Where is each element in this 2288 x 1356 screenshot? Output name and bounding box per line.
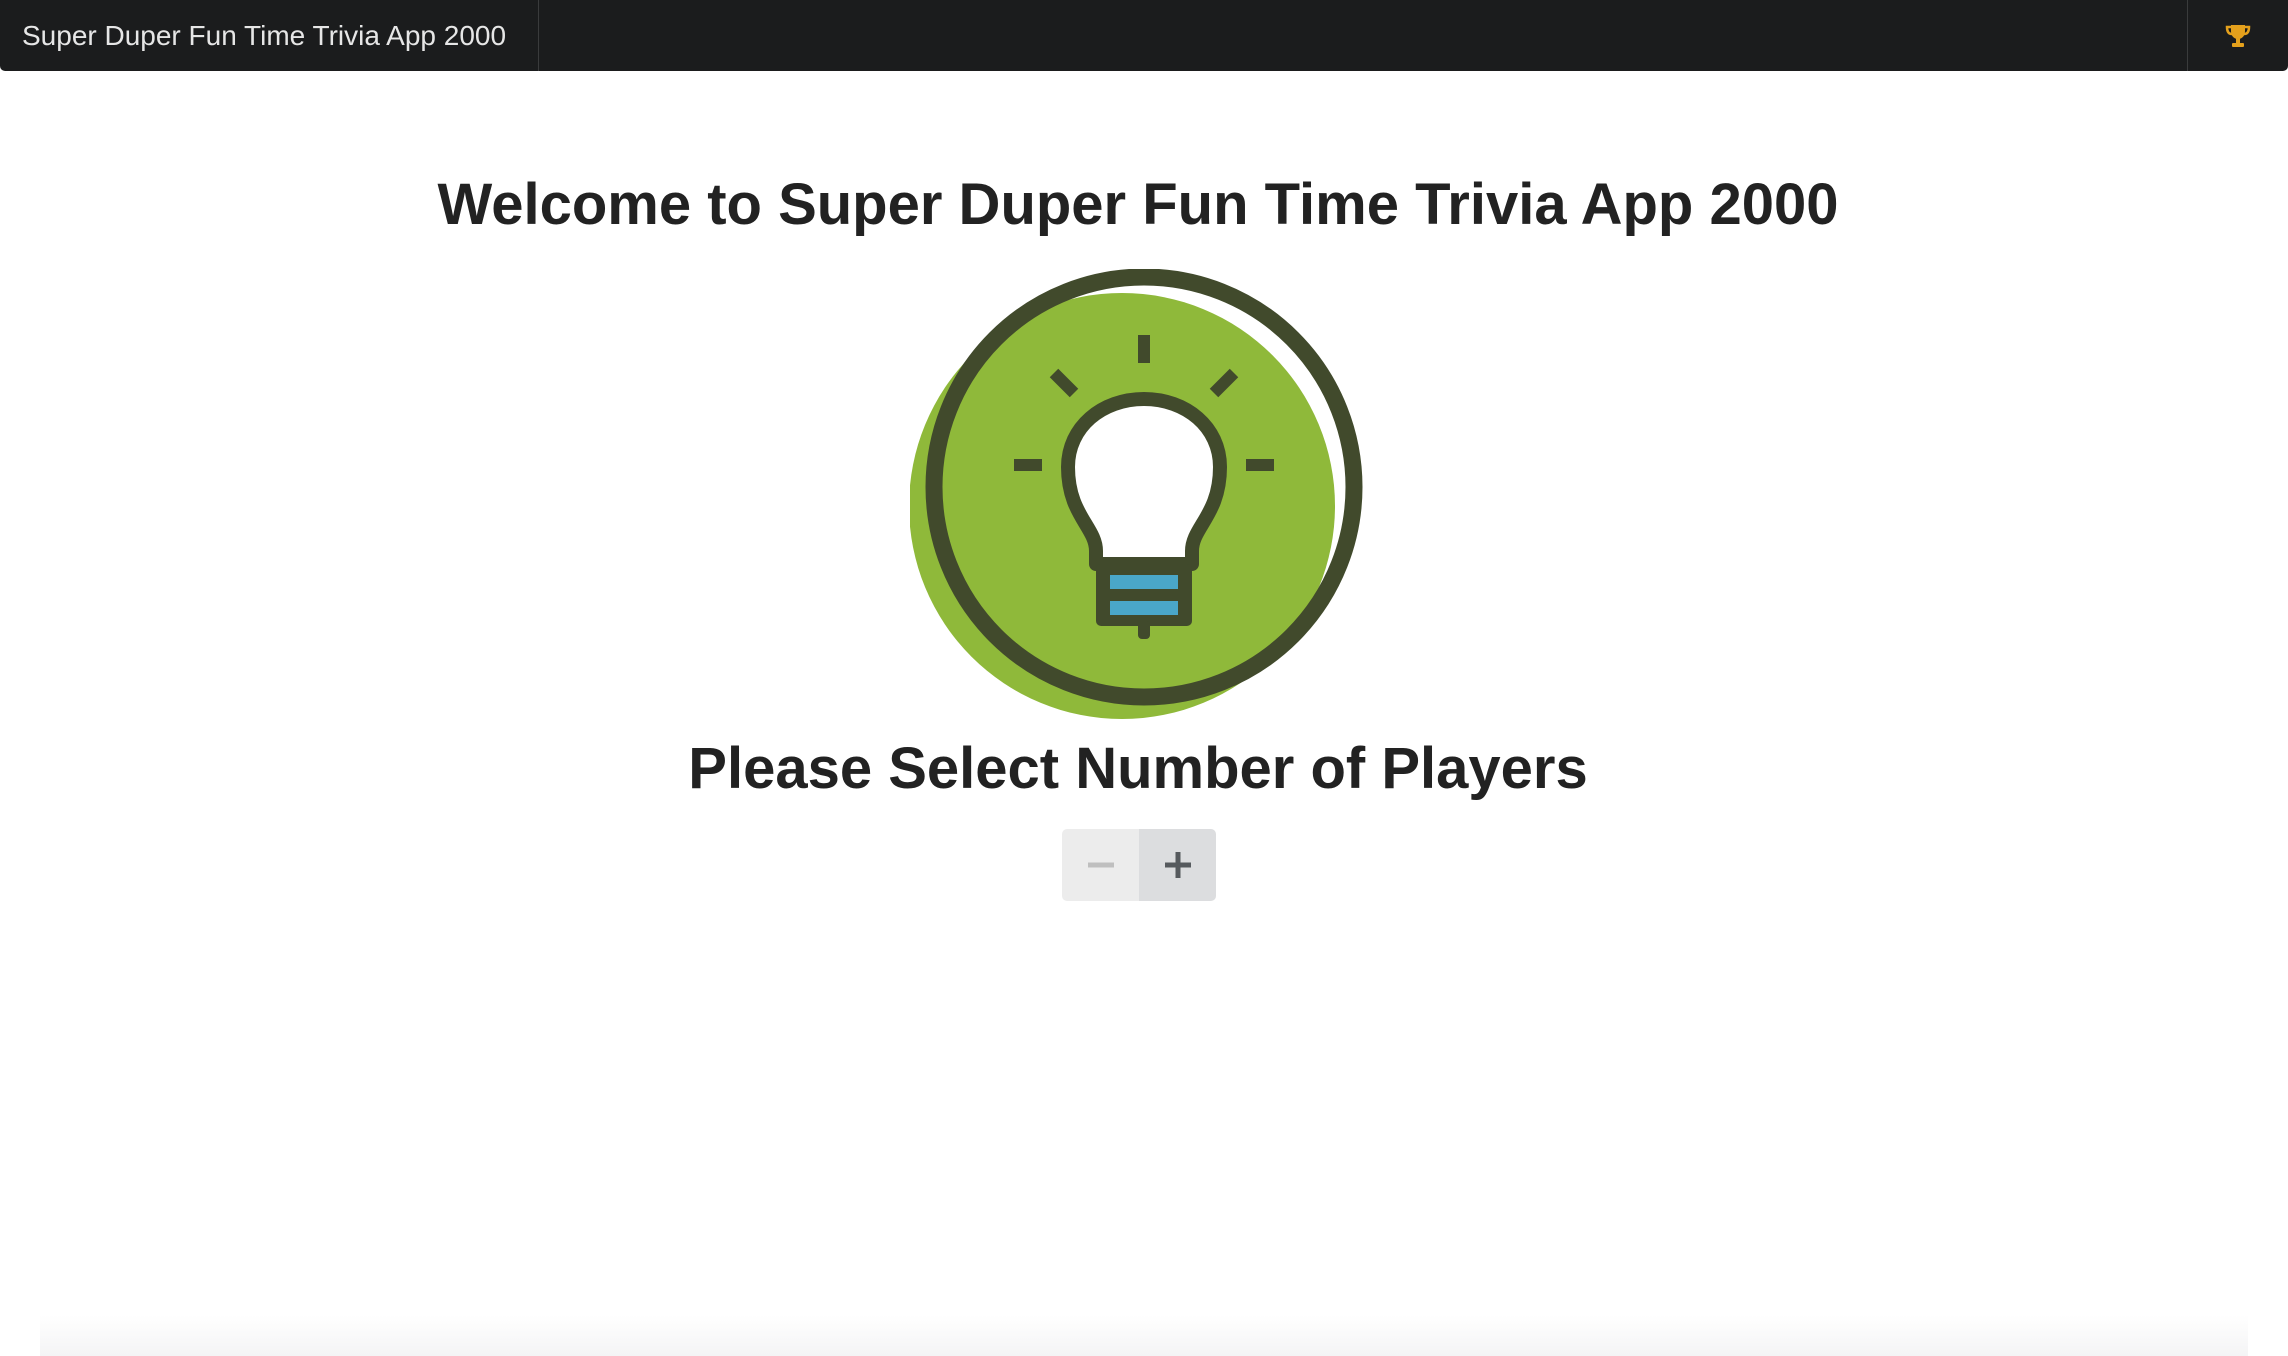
minus-icon — [1087, 862, 1114, 868]
trophy-icon — [2225, 24, 2251, 47]
main-content: Welcome to Super Duper Fun Time Trivia A… — [0, 71, 2288, 1356]
leaderboard-button[interactable] — [2187, 0, 2288, 71]
navbar-spacer — [539, 0, 2187, 71]
welcome-title: Welcome to Super Duper Fun Time Trivia A… — [437, 172, 1839, 237]
footer-shadow — [40, 1315, 2248, 1356]
plus-icon — [1164, 852, 1191, 878]
lightbulb-icon — [910, 269, 1363, 719]
players-title: Please Select Number of Players — [688, 736, 1588, 801]
top-navbar: Super Duper Fun Time Trivia App 2000 — [0, 0, 2288, 71]
increment-players-button[interactable] — [1139, 829, 1216, 901]
decrement-players-button[interactable] — [1062, 829, 1139, 901]
app-brand-label: Super Duper Fun Time Trivia App 2000 — [22, 19, 507, 51]
player-count-stepper — [1062, 829, 1216, 901]
app-brand-link[interactable]: Super Duper Fun Time Trivia App 2000 — [0, 0, 540, 71]
